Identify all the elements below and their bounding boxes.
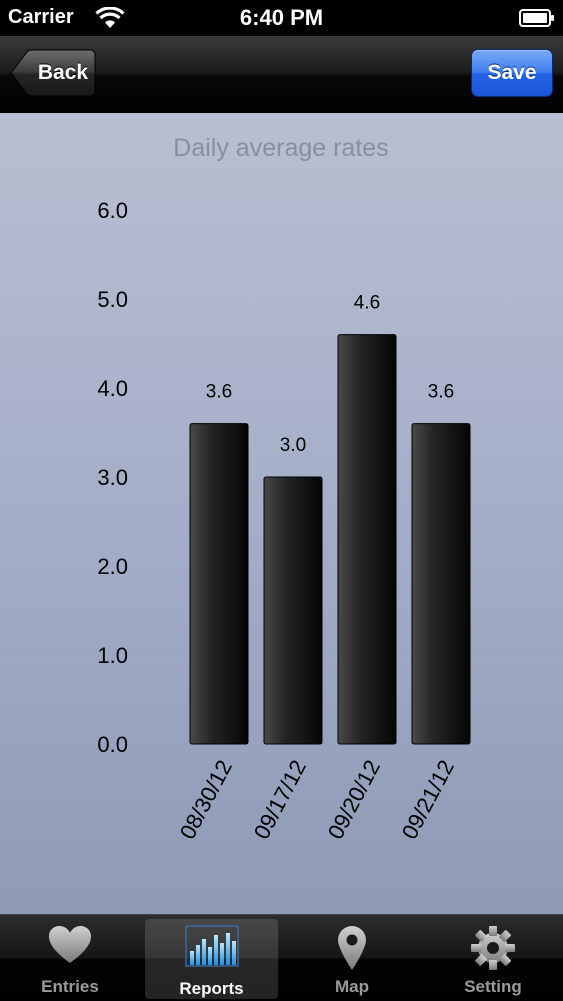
map-pin-icon	[338, 926, 366, 970]
y-tick-label: 1.0	[97, 643, 128, 668]
save-button[interactable]: Save	[471, 49, 553, 97]
tab-setting[interactable]: Setting	[423, 915, 563, 1001]
navigation-bar: Back Save	[0, 36, 563, 113]
x-category-label: 09/21/12	[397, 756, 459, 843]
status-time: 6:40 PM	[239, 5, 324, 30]
back-button-label: Back	[37, 61, 89, 84]
tab-label-setting: Setting	[464, 977, 522, 996]
bar-09-17-12	[263, 476, 323, 745]
tab-label-reports: Reports	[179, 979, 244, 998]
y-tick-label: 3.0	[97, 465, 128, 490]
report-chart-area: Daily average rates 0.0 1.0 2.0 3.0 4.0 5.0 6.…	[0, 113, 563, 914]
x-category-label: 08/30/12	[175, 756, 237, 843]
bar-08-30-12	[189, 423, 249, 745]
tab-label-entries: Entries	[41, 977, 99, 996]
gear-icon	[471, 926, 515, 970]
y-tick-label: 4.0	[97, 376, 128, 401]
tab-reports[interactable]: Reports	[145, 919, 278, 999]
heart-icon	[49, 926, 91, 963]
y-tick-label: 6.0	[97, 198, 128, 223]
back-button[interactable]: Back	[10, 49, 96, 97]
bar-value-label: 4.6	[354, 293, 380, 314]
tab-bar: Entries Reports Map Setting	[0, 914, 563, 1001]
chart-title: Daily average rates	[173, 134, 388, 162]
tab-entries[interactable]: Entries	[0, 915, 140, 1001]
bar-value-label: 3.6	[428, 382, 454, 403]
status-bar: Carrier 6:40 PM	[0, 0, 563, 36]
x-category-label: 09/20/12	[323, 756, 385, 843]
bar-09-20-12	[337, 334, 397, 745]
tab-label-map: Map	[335, 977, 369, 996]
bar-value-label: 3.0	[280, 435, 306, 456]
x-category-label: 09/17/12	[249, 756, 311, 843]
battery-icon	[519, 9, 554, 27]
y-tick-label: 2.0	[97, 554, 128, 579]
bar-value-label: 3.6	[206, 382, 232, 403]
y-tick-label: 5.0	[97, 287, 128, 312]
bar-chart-icon	[184, 925, 239, 967]
bar-chart: Daily average rates 0.0 1.0 2.0 3.0 4.0 5.0 6.…	[97, 134, 471, 843]
y-tick-label: 0.0	[97, 732, 128, 757]
bar-09-21-12	[411, 423, 471, 745]
tab-map[interactable]: Map	[282, 915, 422, 1001]
